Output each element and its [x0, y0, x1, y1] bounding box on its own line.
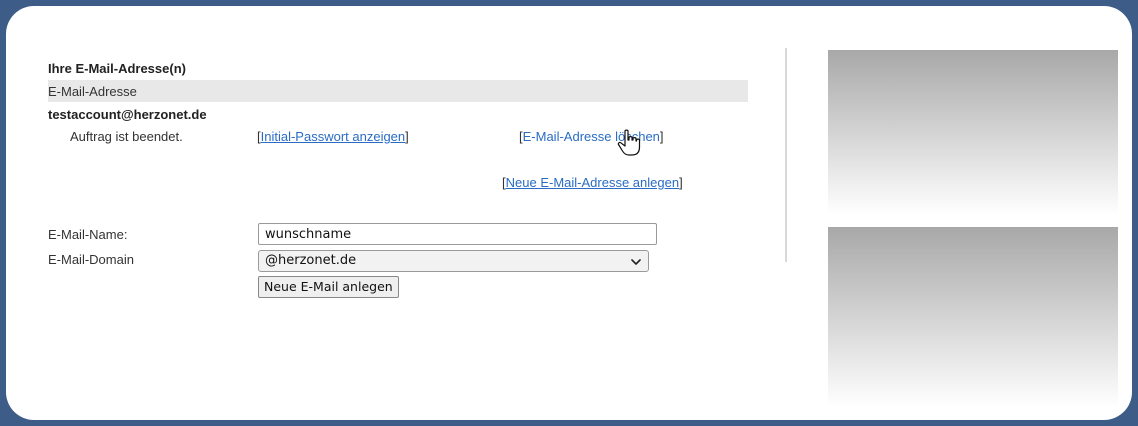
- vertical-divider: [785, 48, 787, 262]
- side-panel-bottom: [828, 227, 1118, 407]
- initial-password-link[interactable]: Initial-Passwort anzeigen: [261, 129, 406, 144]
- order-status-text: Auftrag ist beendet.: [70, 129, 183, 144]
- create-email-button[interactable]: Neue E-Mail anlegen: [258, 276, 399, 298]
- email-name-label: E-Mail-Name:: [48, 227, 128, 242]
- chevron-down-icon: [631, 259, 641, 265]
- hand-pointer-icon: [617, 129, 641, 156]
- email-domain-label: E-Mail-Domain: [48, 252, 134, 267]
- email-domain-select[interactable]: @herzonet.de: [258, 250, 649, 272]
- delete-email-link-wrapper: [E-Mail-Adresse löschen]: [519, 129, 664, 144]
- email-address-value: testaccount@herzonet.de: [48, 107, 207, 122]
- table-header-bar: E-Mail-Adresse: [48, 80, 748, 102]
- email-domain-selected-value: @herzonet.de: [265, 253, 357, 268]
- content-frame: Ihre E-Mail-Adresse(n) E-Mail-Adresse te…: [6, 6, 1132, 420]
- new-address-link[interactable]: Neue E-Mail-Adresse anlegen: [506, 175, 679, 190]
- initial-password-link-wrapper: [Initial-Passwort anzeigen]: [257, 129, 409, 144]
- side-panel-top: [828, 50, 1118, 215]
- new-address-link-wrapper: [Neue E-Mail-Adresse anlegen]: [502, 175, 683, 190]
- section-title: Ihre E-Mail-Adresse(n): [48, 61, 186, 76]
- email-name-input[interactable]: [258, 223, 657, 245]
- table-header-label: E-Mail-Adresse: [48, 84, 137, 99]
